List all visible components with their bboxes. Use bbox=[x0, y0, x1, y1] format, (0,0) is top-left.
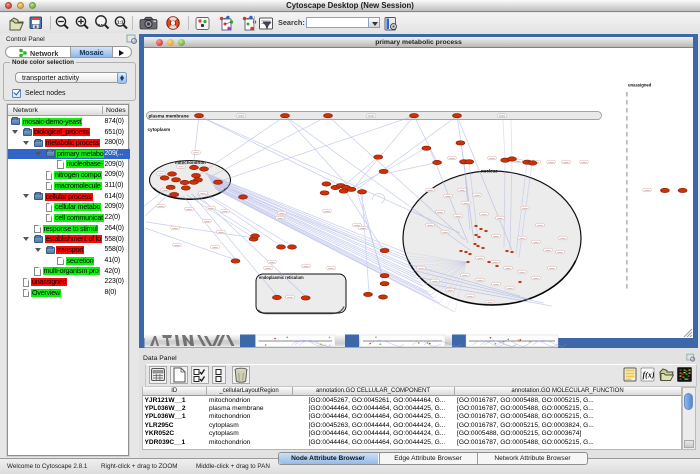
svg-text:plasma membrane: plasma membrane bbox=[149, 113, 190, 118]
svg-text:endoplasmic reticulum: endoplasmic reticulum bbox=[259, 275, 304, 280]
svg-text:mitochondrion: mitochondrion bbox=[175, 160, 206, 165]
svg-text:nucleus: nucleus bbox=[481, 169, 498, 174]
svg-text:cytoplasm: cytoplasm bbox=[148, 127, 171, 132]
svg-text:unassigned: unassigned bbox=[628, 83, 652, 88]
